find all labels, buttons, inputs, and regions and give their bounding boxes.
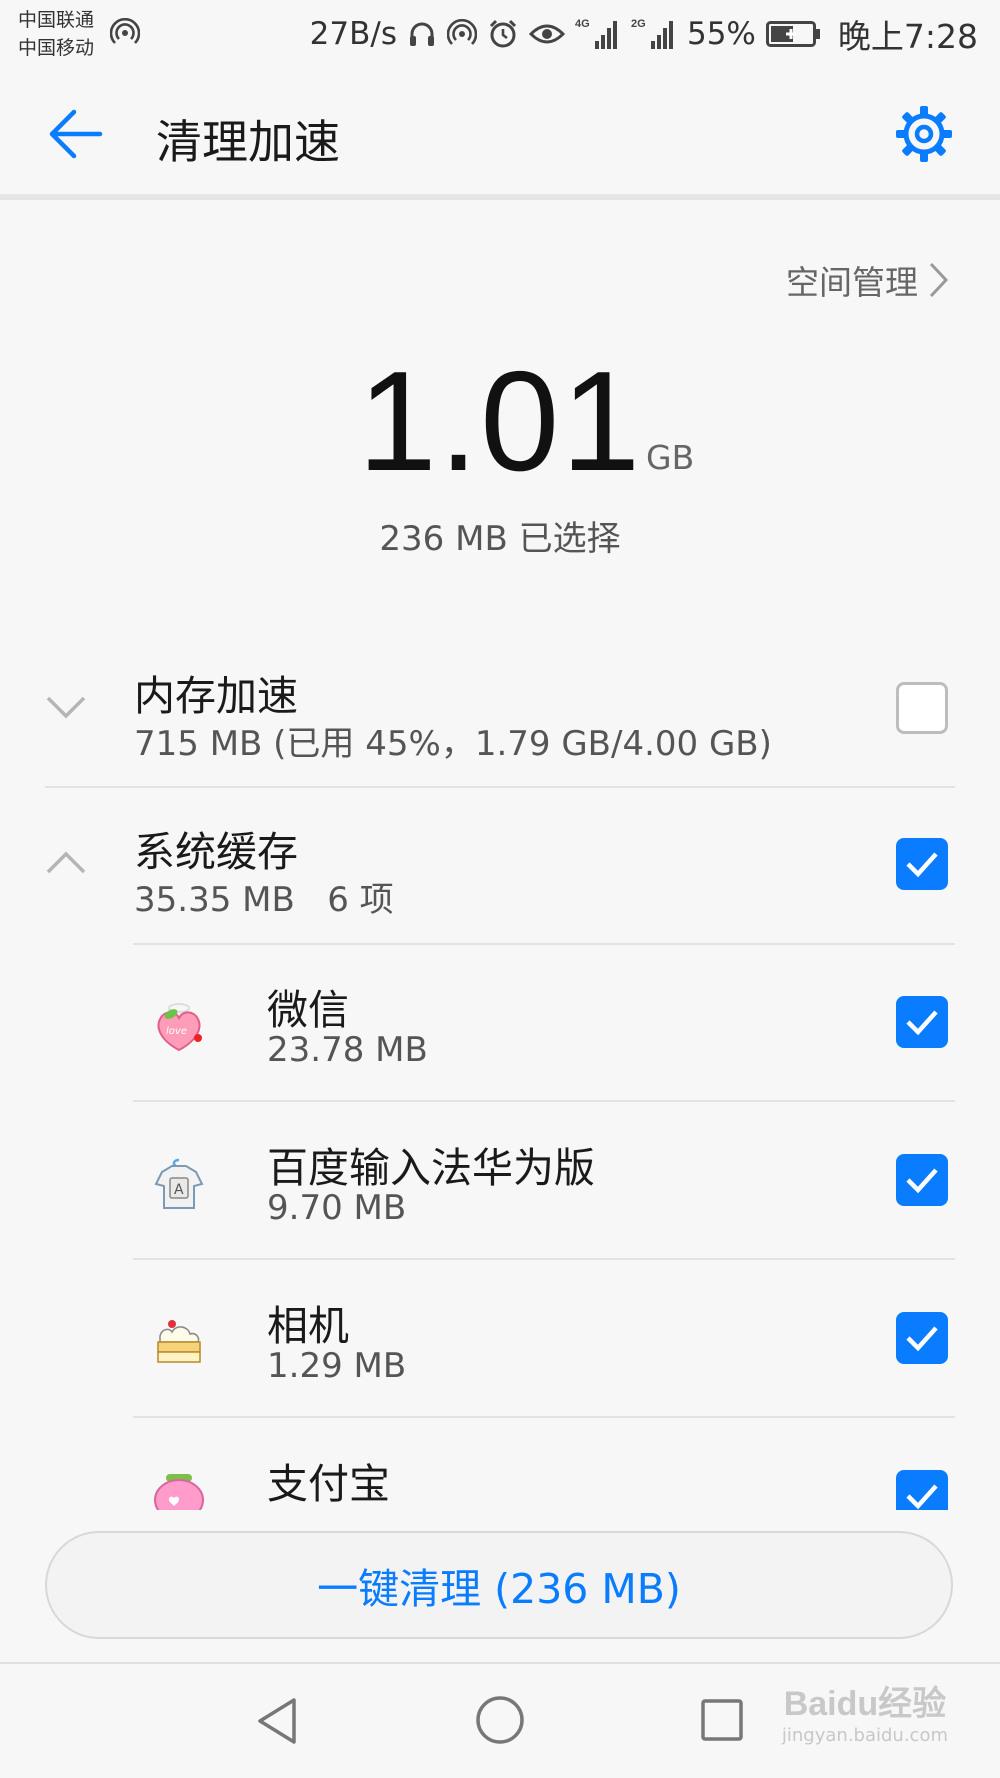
status-bar: 中国联通 中国移动 27B/s 4G 2G 55% 晚上7:28: [0, 0, 1000, 72]
watermark-logo: Baidu经验: [783, 1685, 947, 1723]
total-size-value: 1.01: [357, 342, 643, 501]
checkmark-icon: [906, 1168, 938, 1194]
app-name: 百度输入法华为版: [267, 1144, 595, 1192]
divider: [133, 1416, 955, 1418]
list-item-app[interactable]: love 微信 23.78 MB: [0, 960, 1000, 1100]
space-management-link[interactable]: 空间管理: [786, 256, 950, 304]
app-name: 支付宝: [267, 1460, 390, 1508]
app-bar: 清理加速: [0, 72, 1000, 196]
chevron-right-icon: [929, 262, 949, 298]
app-checkbox[interactable]: [896, 1312, 948, 1364]
app-cache-size: 23.78 MB: [267, 1030, 428, 1070]
section-system-cache[interactable]: 系统缓存 35.35 MB 6 项: [0, 806, 1000, 942]
pink-purse-icon: [154, 1474, 204, 1510]
section-memory-acceleration[interactable]: 内存加速 715 MB (已用 45%，1.79 GB/4.00 GB): [0, 650, 1000, 786]
section-title: 系统缓存: [134, 828, 298, 876]
arrow-left-icon: [49, 109, 103, 159]
app-cache-size: 9.70 MB: [267, 1188, 407, 1228]
status-icons: 27B/s 4G 2G 55% 晚上7:28: [310, 12, 978, 56]
section-title: 内存加速: [134, 672, 298, 720]
signal-2g-icon: 2G: [631, 18, 673, 49]
cake-icon: [157, 1320, 201, 1363]
app-name: 相机: [267, 1302, 349, 1350]
nav-back-icon[interactable]: [254, 1696, 300, 1746]
network-speed: 27B/s: [309, 16, 397, 52]
nav-home-icon[interactable]: [474, 1694, 526, 1746]
system-navigation-bar: Baidu经验 jingyan.baidu.com: [0, 1664, 1000, 1778]
carrier-1: 中国联通: [18, 9, 95, 31]
shirt-keyboard-icon: A: [154, 1158, 204, 1209]
page-title: 清理加速: [156, 115, 340, 169]
carrier-2: 中国移动: [18, 37, 95, 59]
checkmark-icon: [906, 1326, 938, 1352]
clock: 晚上7:28: [837, 17, 978, 56]
list-item-app[interactable]: 相机 1.29 MB: [0, 1276, 1000, 1416]
section-subtitle: 715 MB (已用 45%，1.79 GB/4.00 GB): [134, 724, 772, 764]
eye-icon: [528, 24, 565, 44]
checkmark-icon: [906, 1010, 938, 1036]
hotspot-icon: [446, 19, 477, 45]
one-click-clean-button[interactable]: 一键清理 (236 MB): [45, 1531, 953, 1639]
app-name: 微信: [267, 986, 349, 1034]
svg-text:A: A: [174, 1182, 184, 1198]
battery-percent: 55%: [686, 16, 756, 52]
chevron-up-icon[interactable]: [44, 848, 88, 878]
headphone-icon: [409, 22, 434, 46]
divider: [133, 1258, 955, 1260]
system-cache-checkbox[interactable]: [896, 838, 948, 890]
section-subtitle: 35.35 MB 6 项: [134, 880, 394, 920]
space-management-label: 空间管理: [786, 263, 918, 302]
gear-icon: [896, 106, 952, 162]
total-size-unit: GB: [646, 438, 695, 477]
back-button[interactable]: [44, 100, 112, 168]
divider: [133, 1100, 955, 1102]
watermark: Baidu经验 jingyan.baidu.com: [782, 1676, 948, 1746]
svg-text:2G: 2G: [631, 18, 646, 30]
divider: [133, 943, 955, 945]
signal-4g-icon: 4G: [575, 18, 617, 49]
selected-size: 236 MB 已选择: [379, 519, 621, 559]
app-cache-size: 1.29 MB: [267, 1346, 407, 1386]
battery-charging-icon: [765, 21, 820, 47]
svg-text:love: love: [166, 1026, 187, 1037]
nav-recent-apps-icon[interactable]: [700, 1698, 744, 1742]
app-checkbox[interactable]: [896, 996, 948, 1048]
hotspot-icon: [110, 18, 140, 44]
chevron-down-icon[interactable]: [44, 692, 88, 722]
watermark-url: jingyan.baidu.com: [781, 1725, 948, 1746]
app-checkbox[interactable]: [896, 1154, 948, 1206]
carrier-names: 中国联通 中国移动: [18, 6, 94, 62]
total-size: 1.01 GB: [0, 340, 1000, 504]
settings-button[interactable]: [892, 102, 956, 166]
checkmark-icon: [906, 852, 938, 878]
memory-acceleration-checkbox[interactable]: [896, 682, 948, 734]
svg-text:4G: 4G: [575, 18, 590, 30]
app-bar-divider: [0, 194, 1000, 200]
list-item-app[interactable]: A 百度输入法华为版 9.70 MB: [0, 1118, 1000, 1258]
peach-love-icon: love: [157, 1003, 202, 1052]
app-checkbox[interactable]: [896, 1470, 948, 1510]
checkmark-icon: [906, 1484, 938, 1510]
divider: [45, 786, 955, 788]
list-item-app[interactable]: 支付宝: [0, 1434, 1000, 1510]
alarm-icon: [489, 19, 517, 48]
